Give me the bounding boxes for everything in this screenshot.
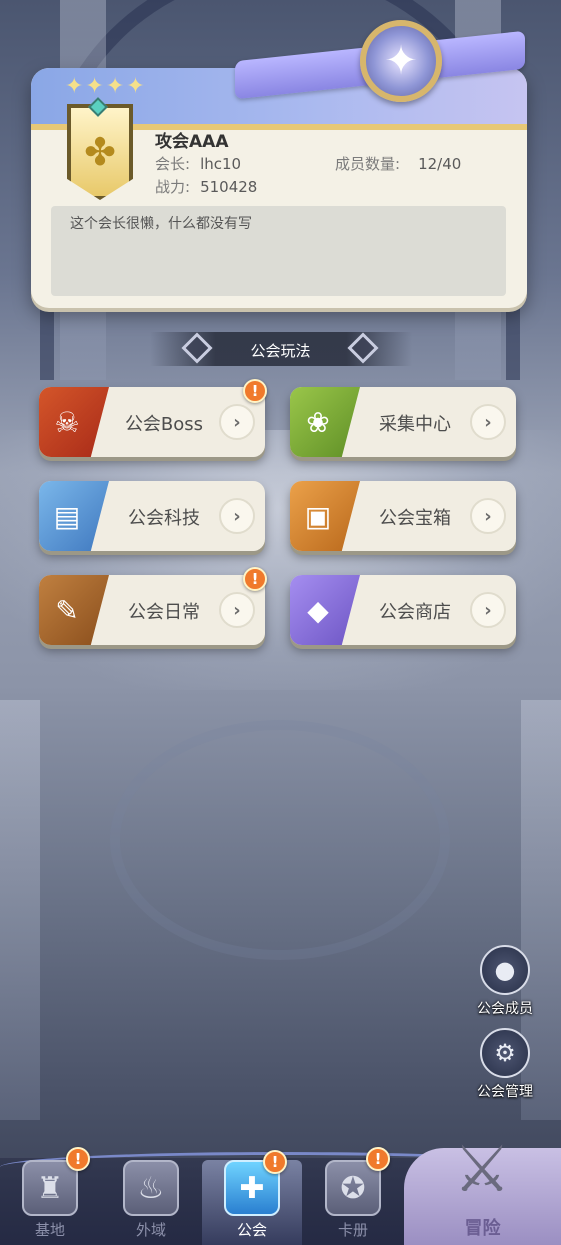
feather-icon: ✎ [55, 593, 79, 627]
guild-members-label: 公会成员 [477, 1001, 533, 1017]
guild-tech-button[interactable]: ▤ 公会科技 › [39, 481, 265, 551]
demon-skull-icon: ☠ [54, 405, 80, 439]
leader-value: lhc10 [200, 155, 242, 173]
crossed-swords-icon: ⚔ [453, 1133, 511, 1207]
background-floor [0, 430, 561, 690]
guild-shop-label: 公会商店 [379, 602, 451, 623]
background-emblem [110, 720, 450, 960]
gear-icon: ⚙ [480, 1028, 530, 1078]
chevron-right-icon: › [219, 404, 255, 440]
guild-description: 这个会长很懒，什么都没有写 [70, 216, 252, 232]
guild-chest-button[interactable]: ▣ 公会宝箱 › [290, 481, 516, 551]
chevron-right-icon: › [219, 592, 255, 628]
nav-base[interactable]: ♜ 基地 [0, 1160, 100, 1245]
guild-name: 攻会AAA [155, 132, 229, 152]
guild-manage-button[interactable]: ⚙ 公会管理 [460, 1028, 550, 1101]
members-count-value: 12/40 [418, 155, 462, 173]
chevron-right-icon: › [470, 592, 506, 628]
diamond-icon: ◆ [307, 593, 329, 627]
power-label: 战力: [155, 178, 191, 196]
power-value: 510428 [200, 178, 258, 196]
section-title: 公会玩法 [250, 342, 311, 360]
nav-outer-realm[interactable]: ♨ 外域 [101, 1160, 201, 1245]
leader-label: 会长: [155, 155, 191, 173]
nav-outer-realm-label: 外域 [135, 1221, 166, 1239]
guild-daily-label: 公会日常 [128, 602, 200, 623]
nav-base-alert-icon: ! [66, 1147, 90, 1171]
background-pillar-left-lower [0, 700, 40, 1120]
power-row: 战力: 510428 [155, 176, 257, 197]
chest-icon: ▣ [304, 499, 332, 533]
gathering-center-button[interactable]: ❀ 采集中心 › [290, 387, 516, 457]
nav-adventure[interactable]: ⚔ 冒险 [404, 1133, 561, 1245]
decorative-stars-icon: ✦✦✦✦ [65, 74, 147, 99]
guild-shop-button[interactable]: ◆ 公会商店 › [290, 575, 516, 645]
nav-adventure-label: 冒险 [464, 1218, 501, 1239]
book-icon: ▤ [53, 499, 81, 533]
nav-card-album-alert-icon: ! [366, 1147, 390, 1171]
chevron-right-icon: › [470, 498, 506, 534]
compass-emblem-icon: ✦ [360, 20, 442, 102]
nav-guild-label: 公会 [236, 1221, 267, 1239]
leader-row: 会长: lhc10 [155, 153, 241, 174]
members-count-label: 成员数量: [335, 155, 401, 173]
chevron-right-icon: › [470, 404, 506, 440]
guild-boss-label: 公会Boss [124, 414, 204, 435]
guild-boss-alert-icon: ! [243, 379, 267, 403]
gathering-center-label: 采集中心 [379, 414, 451, 435]
flower-icon: ❀ [306, 405, 330, 439]
nav-base-label: 基地 [34, 1221, 65, 1239]
guild-manage-label: 公会管理 [477, 1084, 533, 1100]
chevron-right-icon: › [219, 498, 255, 534]
guild-chest-label: 公会宝箱 [379, 508, 451, 529]
members-count-row: 成员数量: 12/40 [335, 153, 461, 174]
member-icon: ● [480, 945, 530, 995]
nav-guild-alert-icon: ! [263, 1150, 287, 1174]
nav-guild[interactable]: ✚ 公会 [202, 1160, 302, 1245]
guild-members-button[interactable]: ● 公会成员 [460, 945, 550, 1018]
guild-daily-alert-icon: ! [243, 567, 267, 591]
guild-daily-button[interactable]: ✎ 公会日常 › [39, 575, 265, 645]
nav-card-album[interactable]: ✪ 卡册 [303, 1160, 403, 1245]
flame-icon: ♨ [123, 1160, 179, 1216]
guild-boss-button[interactable]: ☠ 公会Boss › [39, 387, 265, 457]
guild-tech-label: 公会科技 [128, 508, 200, 529]
nav-card-album-label: 卡册 [337, 1221, 368, 1239]
